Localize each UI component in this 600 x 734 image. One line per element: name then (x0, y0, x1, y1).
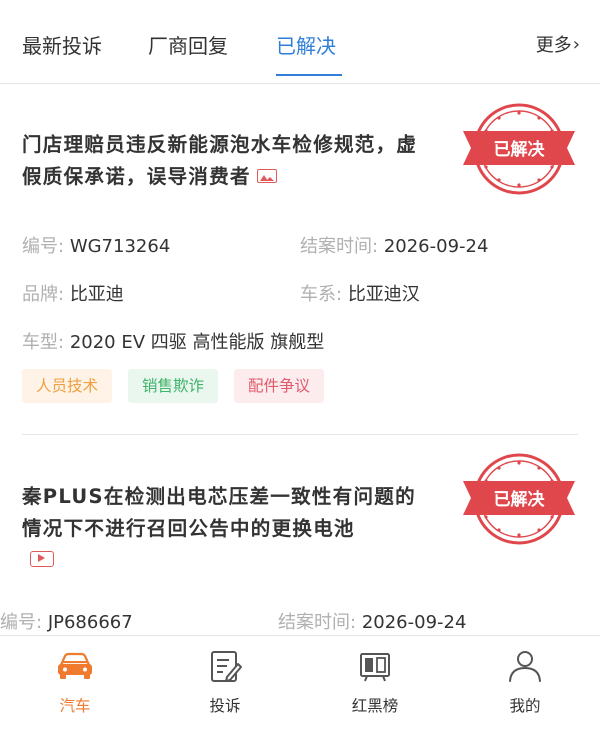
bottom-nav: 汽车 投诉 红黑榜 我的 (0, 635, 600, 734)
tag: 销售欺诈 (128, 369, 219, 403)
tag: 配件争议 (234, 369, 325, 403)
nav-label: 汽车 (59, 697, 91, 715)
tab-latest-complaints[interactable]: 最新投诉 (22, 30, 102, 59)
closed-value: 2026-09-24 (361, 612, 467, 633)
complaint-id: 编号: JP686667 (0, 608, 133, 634)
complaint-card[interactable]: 秦PLUS在检测出电芯压差一致性有问题的情况下不进行召回公告中的更换电池 已解决 (22, 435, 578, 635)
stamp-label: 已解决 (494, 139, 546, 160)
nav-label: 投诉 (209, 697, 241, 715)
closed-time: 结案时间: 2026-09-24 (300, 232, 488, 258)
nav-label: 红黑榜 (351, 697, 399, 715)
tab-vendor-replies[interactable]: 厂商回复 (148, 30, 228, 59)
id-value: JP686667 (47, 612, 133, 633)
more-label: 更多 (535, 35, 572, 56)
closed-key: 结案时间: (278, 612, 357, 633)
complaint-title[interactable]: 门店理赔员违反新能源泡水车检修规范，虚假质保承诺，误导消费者 (22, 129, 422, 193)
ranking-icon (360, 653, 390, 682)
image-icon (256, 168, 277, 183)
more-button[interactable]: 更多 › (536, 31, 580, 57)
complaint-title-text: 秦PLUS在检测出电芯压差一致性有问题的情况下不进行召回公告中的更换电池 (22, 485, 416, 540)
nav-complaint[interactable]: 投诉 (150, 636, 300, 734)
car-model: 车型: 2020 EV 四驱 高性能版 旗舰型 (22, 328, 324, 354)
nav-label: 我的 (509, 697, 541, 715)
complaint-icon (211, 651, 242, 682)
series-key: 车系: (300, 284, 343, 305)
closed-time: 结案时间: 2026-09-24 (278, 608, 466, 634)
model-value: 2020 EV 四驱 高性能版 旗舰型 (69, 332, 325, 353)
complaint-card[interactable]: 门店理赔员违反新能源泡水车检修规范，虚假质保承诺，误导消费者 已解决 编号: W… (22, 85, 578, 435)
chevron-right-icon: › (572, 33, 580, 55)
complaint-title-text: 门店理赔员违反新能源泡水车检修规范，虚假质保承诺，误导消费者 (22, 133, 418, 188)
top-tab-bar: 最新投诉 厂商回复 已解决 更多 › (0, 0, 600, 84)
model-key: 车型: (22, 332, 65, 353)
active-tab-indicator (276, 74, 342, 76)
complaint-title[interactable]: 秦PLUS在检测出电芯压差一致性有问题的情况下不进行召回公告中的更换电池 (22, 481, 422, 545)
complaint-list[interactable]: 门店理赔员违反新能源泡水车检修规范，虚假质保承诺，误导消费者 已解决 编号: W… (0, 85, 600, 635)
tag: 人员技术 (22, 369, 113, 403)
brand-value: 比亚迪 (69, 284, 124, 305)
brand: 品牌: 比亚迪 (22, 280, 124, 306)
closed-value: 2026-09-24 (383, 236, 489, 257)
series-value: 比亚迪汉 (347, 284, 420, 305)
user-icon (509, 651, 541, 682)
resolved-stamp: 已解决 (463, 103, 575, 195)
id-key: 编号: (0, 612, 43, 633)
brand-key: 品牌: (22, 284, 65, 305)
tag-list: 人员技术 销售欺诈 配件争议 (22, 369, 325, 403)
complaint-id: 编号: WG713264 (22, 232, 170, 258)
closed-key: 结案时间: (300, 236, 379, 257)
id-value: WG713264 (69, 236, 171, 257)
nav-profile[interactable]: 我的 (450, 636, 600, 734)
stamp-label: 已解决 (494, 489, 546, 510)
nav-car[interactable]: 汽车 (0, 636, 150, 734)
series: 车系: 比亚迪汉 (300, 280, 420, 306)
video-icon (30, 551, 54, 567)
nav-ranking[interactable]: 红黑榜 (300, 636, 450, 734)
resolved-stamp: 已解决 (463, 453, 575, 545)
tab-resolved[interactable]: 已解决 (276, 30, 336, 59)
car-icon (58, 652, 92, 679)
id-key: 编号: (22, 236, 65, 257)
